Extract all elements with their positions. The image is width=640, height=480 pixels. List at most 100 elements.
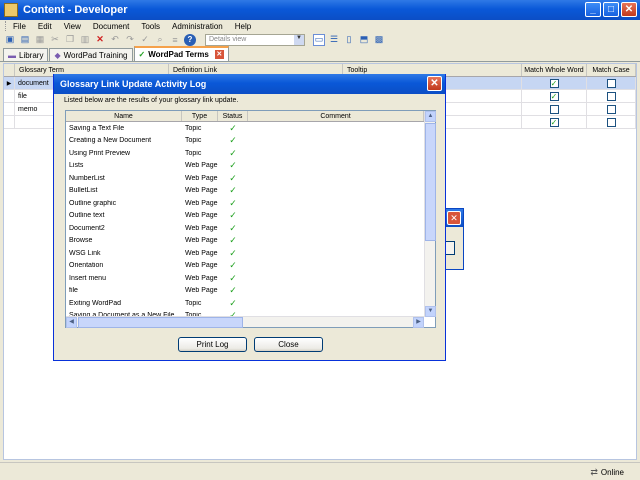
folder-up-icon[interactable]: ⬒ (358, 34, 370, 46)
cut-icon[interactable]: ✂ (49, 34, 61, 46)
tab-library[interactable]: ▬ Library (3, 48, 49, 61)
print-log-button[interactable]: Print Log (178, 337, 247, 352)
scroll-right-icon[interactable]: ▶ (413, 317, 424, 328)
list-item[interactable]: Saving a Text File Topic ✓ (66, 122, 424, 135)
cell-match-whole-word[interactable]: ✓ (522, 116, 587, 128)
checkbox[interactable]: ✓ (549, 78, 559, 88)
column-name[interactable]: Name (66, 111, 182, 121)
columns-view-icon[interactable]: ▯ (343, 34, 355, 46)
menu-view[interactable]: View (64, 22, 81, 31)
menu-help[interactable]: Help (235, 22, 251, 31)
background-dialog-close-icon[interactable]: ✕ (447, 211, 461, 225)
success-check-icon: ✓ (229, 122, 237, 133)
horizontal-scroll-thumb[interactable] (78, 317, 243, 328)
save-icon[interactable]: ▤ (19, 34, 31, 46)
list-item[interactable]: WSG Link Web Page ✓ (66, 247, 424, 260)
options-icon[interactable]: ▩ (373, 34, 385, 46)
scroll-up-icon[interactable]: ▲ (425, 111, 436, 122)
column-status[interactable]: Status (218, 111, 248, 121)
list-item[interactable]: Outline text Web Page ✓ (66, 210, 424, 223)
minimize-button[interactable]: _ (585, 2, 601, 17)
delete-icon[interactable]: ✕ (94, 34, 106, 46)
log-item-type: Web Page (185, 212, 218, 220)
tab-wordpad-terms[interactable]: ✓ WordPad Terms ✕ (133, 46, 229, 61)
cell-match-whole-word[interactable]: ✓ (522, 90, 587, 102)
cell-match-whole-word[interactable]: ✓ (522, 77, 587, 89)
cell-match-case[interactable] (587, 77, 636, 89)
list-item[interactable]: Document2 Web Page ✓ (66, 222, 424, 235)
checkbox[interactable] (606, 91, 616, 101)
list-item[interactable]: Lists Web Page ✓ (66, 160, 424, 173)
checkbox[interactable] (606, 104, 616, 114)
list-item[interactable]: Creating a New Document Topic ✓ (66, 135, 424, 148)
list-item[interactable]: Insert menu Web Page ✓ (66, 272, 424, 285)
close-tab-icon[interactable]: ✕ (214, 50, 224, 59)
find-icon[interactable]: ⌕ (154, 34, 166, 46)
scroll-down-icon[interactable]: ▼ (425, 306, 436, 317)
log-item-type: Web Page (185, 199, 218, 207)
row-selector[interactable] (4, 103, 15, 115)
list-item[interactable]: BulletList Web Page ✓ (66, 185, 424, 198)
checkbox[interactable]: ✓ (549, 117, 559, 127)
row-selector[interactable]: ▶ (4, 77, 15, 89)
dialog-close-icon[interactable]: ✕ (427, 76, 442, 91)
menu-document[interactable]: Document (93, 22, 129, 31)
vertical-scroll-thumb[interactable] (425, 123, 436, 241)
row-selector[interactable] (4, 90, 15, 102)
background-dialog-button[interactable] (445, 241, 455, 255)
properties-icon[interactable]: ≡ (169, 34, 181, 46)
cell-match-case[interactable] (587, 90, 636, 102)
close-dialog-button[interactable]: Close (254, 337, 323, 352)
details-view-icon[interactable]: ▭ (313, 33, 325, 46)
column-type[interactable]: Type (182, 111, 218, 121)
document-tabs: ▬ Library ◆ WordPad Training ✓ WordPad T… (0, 46, 640, 62)
log-item-name: WSG Link (69, 249, 101, 257)
menubar-grip (5, 21, 8, 31)
copy-icon[interactable]: ❐ (64, 34, 76, 46)
status-bar: ⇄ Online (0, 462, 640, 480)
maximize-button[interactable]: □ (603, 2, 619, 17)
column-comment[interactable]: Comment (248, 111, 424, 121)
column-match-case[interactable]: Match Case (587, 64, 636, 76)
log-item-name: Document2 (69, 224, 105, 232)
menu-file[interactable]: File (13, 22, 26, 31)
tab-library-label: Library (19, 50, 44, 60)
checkbox[interactable] (549, 104, 559, 114)
spell-check-icon[interactable]: ✓ (139, 34, 151, 46)
help-icon[interactable]: ? (184, 33, 196, 46)
redo-icon[interactable]: ↷ (124, 34, 136, 46)
menu-edit[interactable]: Edit (38, 22, 52, 31)
checkbox[interactable]: ✓ (549, 91, 559, 101)
print-icon[interactable]: ▦ (34, 34, 46, 46)
cell-match-whole-word[interactable] (522, 103, 587, 115)
list-item[interactable]: Exiting WordPad Topic ✓ (66, 297, 424, 310)
list-item[interactable]: Orientation Web Page ✓ (66, 260, 424, 273)
view-select[interactable]: Details view ▼ (205, 33, 305, 46)
undo-icon[interactable]: ↶ (109, 34, 121, 46)
cell-match-case[interactable] (587, 116, 636, 128)
log-item-name: Outline text (69, 212, 105, 220)
list-view-icon[interactable]: ☰ (328, 34, 340, 46)
list-item[interactable]: Using Print Preview Topic ✓ (66, 147, 424, 160)
tab-wordpad-training[interactable]: ◆ WordPad Training (49, 48, 133, 61)
paste-icon[interactable]: ▥ (79, 34, 91, 46)
tab-wordpad-training-label: WordPad Training (63, 50, 128, 60)
list-item[interactable]: NumberList Web Page ✓ (66, 172, 424, 185)
checkbox[interactable] (606, 78, 616, 88)
horizontal-scrollbar[interactable]: ◀ ▶ (66, 316, 424, 328)
menu-tools[interactable]: Tools (141, 22, 160, 31)
list-item[interactable]: file Web Page ✓ (66, 285, 424, 298)
checkbox[interactable] (606, 117, 616, 127)
list-item[interactable]: Outline graphic Web Page ✓ (66, 197, 424, 210)
vertical-scrollbar[interactable]: ▲ ▼ (424, 111, 436, 317)
row-selector[interactable] (4, 116, 15, 128)
list-item[interactable]: Browse Web Page ✓ (66, 235, 424, 248)
column-match-whole-word[interactable]: Match Whole Word (522, 64, 587, 76)
cell-match-case[interactable] (587, 103, 636, 115)
close-window-button[interactable]: ✕ (621, 2, 637, 17)
chevron-down-icon[interactable]: ▼ (294, 34, 304, 45)
success-check-icon: ✓ (229, 235, 237, 246)
menu-administration[interactable]: Administration (172, 22, 223, 31)
scroll-left-icon[interactable]: ◀ (66, 317, 77, 328)
open-folder-icon[interactable]: ▣ (4, 34, 16, 46)
